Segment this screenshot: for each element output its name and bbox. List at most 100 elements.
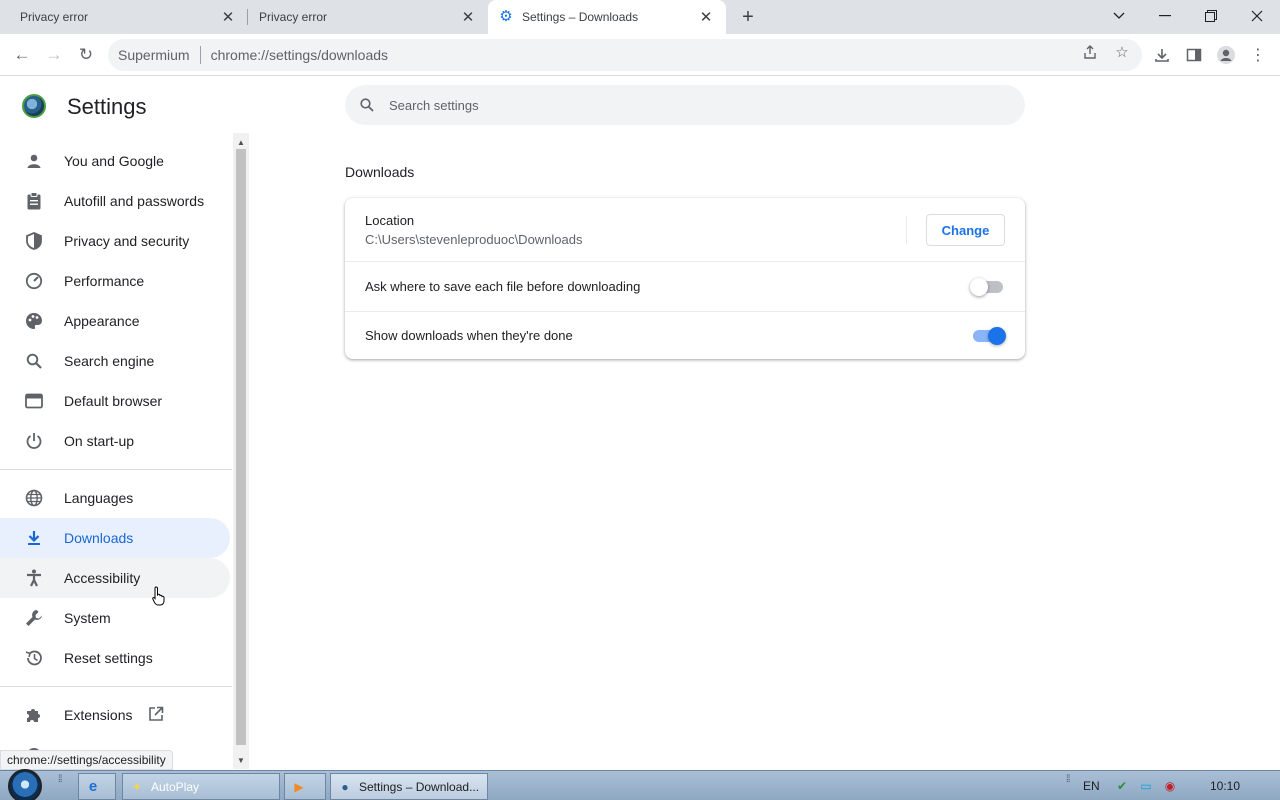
browser-toolbar: ← → ↻ Supermium chrome://settings/downlo… [0, 34, 1280, 76]
sidebar-item-label: You and Google [64, 153, 164, 169]
sidebar-item-label: Extensions [64, 707, 133, 723]
speedometer-icon [24, 271, 44, 291]
sidebar-item-label: Default browser [64, 393, 163, 409]
sidebar-item-extensions[interactable]: Extensions [0, 695, 230, 735]
ask-where-label: Ask where to save each file before downl… [365, 279, 641, 294]
tab-title: Privacy error [20, 10, 89, 24]
sidebar-item-search-engine[interactable]: Search engine [0, 341, 230, 381]
close-icon[interactable]: ✕ [220, 9, 236, 26]
sidebar-item-label: Accessibility [64, 570, 141, 586]
sidebar-item-privacy[interactable]: Privacy and security [0, 221, 230, 261]
tab-privacy-error-1[interactable]: Privacy error ✕ [0, 0, 248, 34]
bookmark-star-icon[interactable]: ☆ [1112, 42, 1132, 62]
back-arrow-icon[interactable]: ← [8, 41, 36, 69]
sidebar-item-you-and-google[interactable]: You and Google [0, 141, 230, 181]
close-icon[interactable]: ✕ [698, 9, 714, 26]
search-input[interactable] [389, 97, 989, 113]
minimize-icon[interactable] [1142, 0, 1188, 32]
windows-taskbar: ⁞⁞ e ✦ AutoPlay ▶ ● Settings – Download.… [0, 769, 1280, 800]
sidebar-item-label: Downloads [64, 530, 134, 546]
page-title: Settings [67, 94, 147, 119]
sidebar-item-label: System [64, 610, 111, 626]
tab-title: Privacy error [259, 10, 328, 24]
accessibility-icon [24, 568, 44, 588]
toggle-knob [970, 278, 988, 296]
shield-icon [24, 231, 44, 251]
sidebar-item-reset[interactable]: Reset settings [0, 638, 230, 678]
tab-title: Settings – Downloads [522, 10, 639, 24]
close-icon[interactable] [1234, 0, 1280, 32]
puzzle-icon [24, 705, 44, 725]
chevron-down-icon[interactable] [1096, 0, 1142, 32]
sidebar-item-accessibility[interactable]: Accessibility [0, 558, 230, 598]
reload-icon[interactable]: ↻ [72, 41, 100, 69]
monitor-icon[interactable]: ▭ [1138, 778, 1154, 794]
row-divider [906, 216, 907, 244]
downloads-card: Location C:\Users\stevenleproduoc\Downlo… [345, 198, 1025, 359]
show-downloads-toggle[interactable] [973, 327, 1006, 345]
download-icon[interactable] [1148, 41, 1176, 69]
sidebar-item-system[interactable]: System [0, 598, 230, 638]
tab-settings-downloads[interactable]: ⚙ Settings – Downloads ✕ [488, 0, 726, 34]
history-icon [24, 648, 44, 668]
person-icon [24, 151, 44, 171]
supermium-icon: ● [341, 779, 349, 794]
search-icon [357, 95, 377, 115]
sidebar-item-default-browser[interactable]: Default browser [0, 381, 230, 421]
settings-search[interactable] [345, 85, 1025, 125]
sidebar-item-label: Performance [64, 273, 145, 289]
globe-icon [24, 488, 44, 508]
sidebar-item-label: Languages [64, 490, 134, 506]
power-icon [24, 431, 44, 451]
ask-where-row[interactable]: Ask where to save each file before downl… [345, 261, 1025, 311]
taskbar-autoplay[interactable]: ✦ AutoPlay [122, 773, 280, 800]
internet-explorer-button[interactable]: e [78, 773, 116, 800]
wrench-icon [24, 608, 44, 628]
ask-where-toggle[interactable] [970, 278, 1003, 296]
palette-icon [24, 311, 44, 331]
taskbar-media-player[interactable]: ▶ [284, 773, 326, 800]
browser-window-icon [24, 391, 44, 411]
restore-icon[interactable] [1188, 0, 1234, 32]
hand-cursor-icon [152, 586, 165, 606]
sidebar-divider [0, 686, 232, 687]
search-icon [24, 351, 44, 371]
security-shield-icon[interactable]: ✔ [1114, 778, 1130, 794]
start-button[interactable] [8, 769, 42, 800]
plus-icon[interactable]: + [736, 5, 760, 29]
show-downloads-row[interactable]: Show downloads when they're done [345, 311, 1025, 359]
forward-arrow-icon[interactable]: → [40, 41, 68, 69]
scroll-up-arrow-icon[interactable]: ▲ [233, 135, 249, 149]
supermium-logo-icon [22, 94, 46, 118]
sidebar-item-label: Autofill and passwords [64, 193, 205, 209]
sidebar-item-performance[interactable]: Performance [0, 261, 230, 301]
kebab-menu-icon[interactable]: ⋮ [1244, 41, 1272, 69]
antivirus-icon[interactable]: ◉ [1162, 778, 1178, 794]
sidebar-item-label: On start-up [64, 433, 135, 449]
share-icon[interactable] [1080, 42, 1100, 62]
taskbar-settings-downloads[interactable]: ● Settings – Download... [330, 773, 488, 800]
sidebar-item-on-startup[interactable]: On start-up [0, 421, 230, 461]
settings-sidebar: You and Google Autofill and passwords Pr… [0, 140, 232, 760]
language-indicator[interactable]: EN [1083, 771, 1100, 800]
clock[interactable]: 10:10 [1210, 771, 1240, 800]
tab-privacy-error-2[interactable]: Privacy error ✕ [248, 0, 488, 34]
sidebar-divider [0, 469, 232, 470]
side-panel-icon[interactable] [1180, 41, 1208, 69]
taskbar-button-label: AutoPlay [151, 779, 200, 794]
status-bubble: chrome://settings/accessibility [0, 750, 173, 770]
address-bar[interactable]: Supermium chrome://settings/downloads [108, 39, 1142, 71]
sidebar-scrollbar[interactable]: ▲ ▼ [233, 133, 249, 769]
close-icon[interactable]: ✕ [460, 9, 476, 26]
sidebar-item-appearance[interactable]: Appearance [0, 301, 230, 341]
sidebar-item-languages[interactable]: Languages [0, 478, 230, 518]
profile-avatar-icon[interactable] [1212, 41, 1240, 69]
scrollbar-thumb[interactable] [236, 149, 246, 745]
sidebar-item-downloads[interactable]: Downloads [0, 518, 230, 558]
change-location-button[interactable]: Change [926, 214, 1005, 246]
site-label: Supermium [118, 47, 190, 63]
download-icon [24, 528, 44, 548]
omnibox-divider [199, 46, 201, 64]
scroll-down-arrow-icon[interactable]: ▼ [233, 753, 249, 767]
sidebar-item-autofill[interactable]: Autofill and passwords [0, 181, 230, 221]
